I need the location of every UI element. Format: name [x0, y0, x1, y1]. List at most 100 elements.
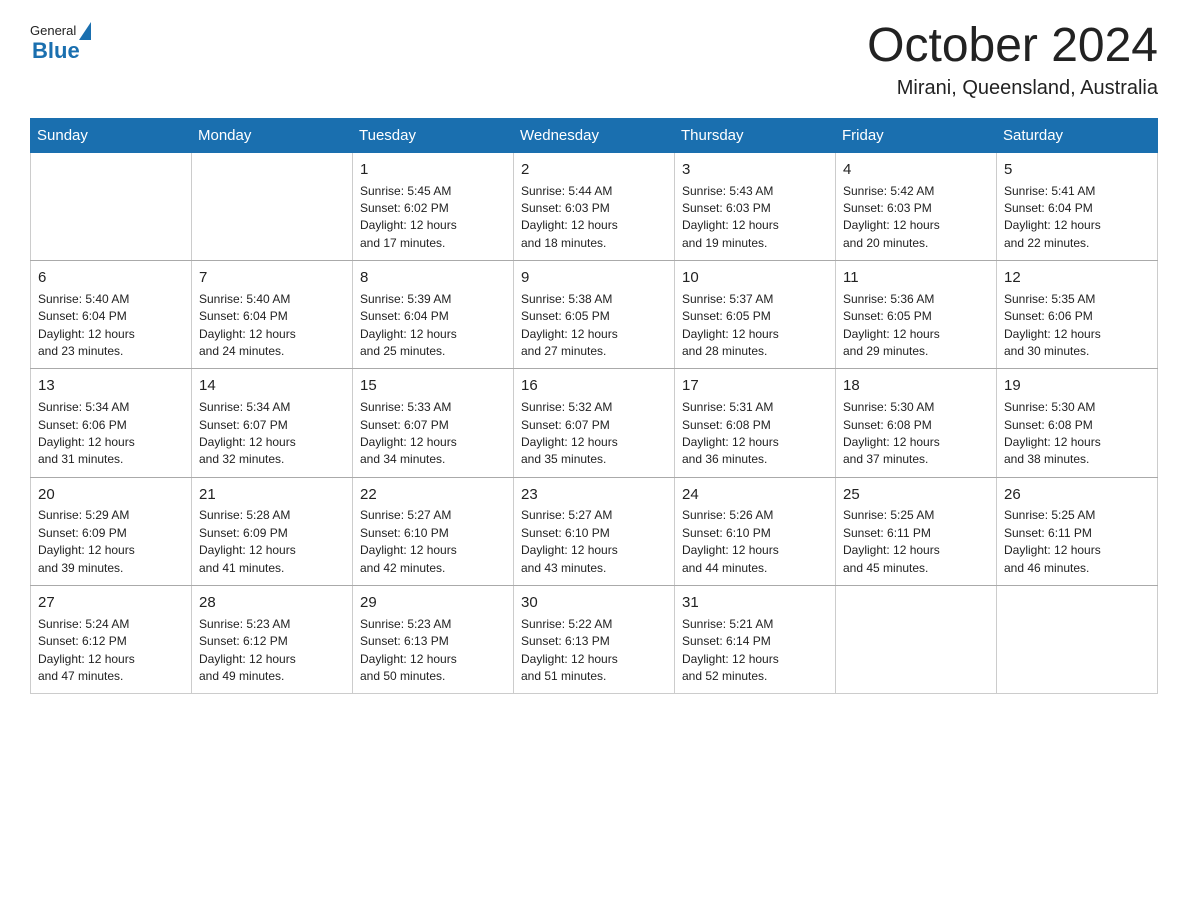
calendar-cell: 18Sunrise: 5:30 AM Sunset: 6:08 PM Dayli…: [836, 369, 997, 477]
weekday-header-wednesday: Wednesday: [514, 118, 675, 152]
day-info: Sunrise: 5:35 AM Sunset: 6:06 PM Dayligh…: [1004, 291, 1150, 361]
weekday-header-saturday: Saturday: [997, 118, 1158, 152]
calendar-cell: 5Sunrise: 5:41 AM Sunset: 6:04 PM Daylig…: [997, 152, 1158, 260]
logo-general-text: General: [30, 23, 76, 38]
day-number: 27: [38, 592, 184, 614]
calendar-cell: 2Sunrise: 5:44 AM Sunset: 6:03 PM Daylig…: [514, 152, 675, 260]
calendar-cell: 14Sunrise: 5:34 AM Sunset: 6:07 PM Dayli…: [192, 369, 353, 477]
day-info: Sunrise: 5:23 AM Sunset: 6:12 PM Dayligh…: [199, 616, 345, 686]
calendar-row-1: 6Sunrise: 5:40 AM Sunset: 6:04 PM Daylig…: [31, 261, 1158, 369]
day-number: 20: [38, 484, 184, 506]
day-info: Sunrise: 5:22 AM Sunset: 6:13 PM Dayligh…: [521, 616, 667, 686]
title-block: October 2024 Mirani, Queensland, Austral…: [867, 20, 1158, 100]
day-number: 17: [682, 375, 828, 397]
weekday-header-thursday: Thursday: [675, 118, 836, 152]
calendar-cell: 11Sunrise: 5:36 AM Sunset: 6:05 PM Dayli…: [836, 261, 997, 369]
day-info: Sunrise: 5:45 AM Sunset: 6:02 PM Dayligh…: [360, 183, 506, 253]
calendar-cell: 27Sunrise: 5:24 AM Sunset: 6:12 PM Dayli…: [31, 586, 192, 694]
logo-triangle-icon: [79, 22, 91, 40]
day-info: Sunrise: 5:37 AM Sunset: 6:05 PM Dayligh…: [682, 291, 828, 361]
calendar-cell: 3Sunrise: 5:43 AM Sunset: 6:03 PM Daylig…: [675, 152, 836, 260]
calendar-row-4: 27Sunrise: 5:24 AM Sunset: 6:12 PM Dayli…: [31, 586, 1158, 694]
day-number: 26: [1004, 484, 1150, 506]
calendar-cell: 6Sunrise: 5:40 AM Sunset: 6:04 PM Daylig…: [31, 261, 192, 369]
calendar-cell: 23Sunrise: 5:27 AM Sunset: 6:10 PM Dayli…: [514, 477, 675, 585]
calendar-cell: [997, 586, 1158, 694]
day-info: Sunrise: 5:25 AM Sunset: 6:11 PM Dayligh…: [1004, 507, 1150, 577]
logo-blue-text: Blue: [32, 38, 80, 64]
day-info: Sunrise: 5:41 AM Sunset: 6:04 PM Dayligh…: [1004, 183, 1150, 253]
day-info: Sunrise: 5:30 AM Sunset: 6:08 PM Dayligh…: [1004, 399, 1150, 469]
day-info: Sunrise: 5:34 AM Sunset: 6:07 PM Dayligh…: [199, 399, 345, 469]
calendar-row-2: 13Sunrise: 5:34 AM Sunset: 6:06 PM Dayli…: [31, 369, 1158, 477]
calendar-cell: 8Sunrise: 5:39 AM Sunset: 6:04 PM Daylig…: [353, 261, 514, 369]
day-info: Sunrise: 5:31 AM Sunset: 6:08 PM Dayligh…: [682, 399, 828, 469]
calendar-cell: 17Sunrise: 5:31 AM Sunset: 6:08 PM Dayli…: [675, 369, 836, 477]
day-number: 28: [199, 592, 345, 614]
day-number: 16: [521, 375, 667, 397]
day-number: 15: [360, 375, 506, 397]
calendar-cell: 20Sunrise: 5:29 AM Sunset: 6:09 PM Dayli…: [31, 477, 192, 585]
calendar-cell: 7Sunrise: 5:40 AM Sunset: 6:04 PM Daylig…: [192, 261, 353, 369]
day-info: Sunrise: 5:43 AM Sunset: 6:03 PM Dayligh…: [682, 183, 828, 253]
day-info: Sunrise: 5:28 AM Sunset: 6:09 PM Dayligh…: [199, 507, 345, 577]
calendar-header-row: SundayMondayTuesdayWednesdayThursdayFrid…: [31, 118, 1158, 152]
day-info: Sunrise: 5:21 AM Sunset: 6:14 PM Dayligh…: [682, 616, 828, 686]
day-number: 1: [360, 159, 506, 181]
day-number: 30: [521, 592, 667, 614]
calendar-cell: 29Sunrise: 5:23 AM Sunset: 6:13 PM Dayli…: [353, 586, 514, 694]
calendar-cell: [192, 152, 353, 260]
day-number: 29: [360, 592, 506, 614]
main-title: October 2024: [867, 20, 1158, 73]
day-number: 14: [199, 375, 345, 397]
day-info: Sunrise: 5:40 AM Sunset: 6:04 PM Dayligh…: [38, 291, 184, 361]
day-info: Sunrise: 5:38 AM Sunset: 6:05 PM Dayligh…: [521, 291, 667, 361]
day-info: Sunrise: 5:27 AM Sunset: 6:10 PM Dayligh…: [360, 507, 506, 577]
day-number: 7: [199, 267, 345, 289]
day-info: Sunrise: 5:23 AM Sunset: 6:13 PM Dayligh…: [360, 616, 506, 686]
day-number: 12: [1004, 267, 1150, 289]
day-info: Sunrise: 5:25 AM Sunset: 6:11 PM Dayligh…: [843, 507, 989, 577]
day-info: Sunrise: 5:44 AM Sunset: 6:03 PM Dayligh…: [521, 183, 667, 253]
calendar-cell: 21Sunrise: 5:28 AM Sunset: 6:09 PM Dayli…: [192, 477, 353, 585]
day-number: 2: [521, 159, 667, 181]
subtitle: Mirani, Queensland, Australia: [867, 77, 1158, 100]
calendar-row-0: 1Sunrise: 5:45 AM Sunset: 6:02 PM Daylig…: [31, 152, 1158, 260]
day-number: 21: [199, 484, 345, 506]
day-info: Sunrise: 5:39 AM Sunset: 6:04 PM Dayligh…: [360, 291, 506, 361]
day-info: Sunrise: 5:29 AM Sunset: 6:09 PM Dayligh…: [38, 507, 184, 577]
day-info: Sunrise: 5:34 AM Sunset: 6:06 PM Dayligh…: [38, 399, 184, 469]
calendar-cell: 15Sunrise: 5:33 AM Sunset: 6:07 PM Dayli…: [353, 369, 514, 477]
day-info: Sunrise: 5:36 AM Sunset: 6:05 PM Dayligh…: [843, 291, 989, 361]
calendar-cell: 13Sunrise: 5:34 AM Sunset: 6:06 PM Dayli…: [31, 369, 192, 477]
calendar-cell: 16Sunrise: 5:32 AM Sunset: 6:07 PM Dayli…: [514, 369, 675, 477]
day-number: 18: [843, 375, 989, 397]
day-info: Sunrise: 5:32 AM Sunset: 6:07 PM Dayligh…: [521, 399, 667, 469]
day-number: 24: [682, 484, 828, 506]
day-info: Sunrise: 5:26 AM Sunset: 6:10 PM Dayligh…: [682, 507, 828, 577]
day-info: Sunrise: 5:30 AM Sunset: 6:08 PM Dayligh…: [843, 399, 989, 469]
calendar-cell: [31, 152, 192, 260]
calendar-cell: 4Sunrise: 5:42 AM Sunset: 6:03 PM Daylig…: [836, 152, 997, 260]
page-header: General Blue October 2024 Mirani, Queens…: [30, 20, 1158, 100]
calendar-cell: 30Sunrise: 5:22 AM Sunset: 6:13 PM Dayli…: [514, 586, 675, 694]
calendar-table: SundayMondayTuesdayWednesdayThursdayFrid…: [30, 118, 1158, 695]
day-info: Sunrise: 5:24 AM Sunset: 6:12 PM Dayligh…: [38, 616, 184, 686]
calendar-cell: 31Sunrise: 5:21 AM Sunset: 6:14 PM Dayli…: [675, 586, 836, 694]
calendar-row-3: 20Sunrise: 5:29 AM Sunset: 6:09 PM Dayli…: [31, 477, 1158, 585]
day-number: 3: [682, 159, 828, 181]
day-number: 25: [843, 484, 989, 506]
day-info: Sunrise: 5:27 AM Sunset: 6:10 PM Dayligh…: [521, 507, 667, 577]
calendar-cell: 9Sunrise: 5:38 AM Sunset: 6:05 PM Daylig…: [514, 261, 675, 369]
day-number: 8: [360, 267, 506, 289]
day-number: 22: [360, 484, 506, 506]
day-number: 13: [38, 375, 184, 397]
day-number: 6: [38, 267, 184, 289]
weekday-header-monday: Monday: [192, 118, 353, 152]
calendar-cell: 1Sunrise: 5:45 AM Sunset: 6:02 PM Daylig…: [353, 152, 514, 260]
day-number: 5: [1004, 159, 1150, 181]
calendar-cell: 12Sunrise: 5:35 AM Sunset: 6:06 PM Dayli…: [997, 261, 1158, 369]
calendar-cell: 26Sunrise: 5:25 AM Sunset: 6:11 PM Dayli…: [997, 477, 1158, 585]
calendar-cell: 22Sunrise: 5:27 AM Sunset: 6:10 PM Dayli…: [353, 477, 514, 585]
day-number: 19: [1004, 375, 1150, 397]
